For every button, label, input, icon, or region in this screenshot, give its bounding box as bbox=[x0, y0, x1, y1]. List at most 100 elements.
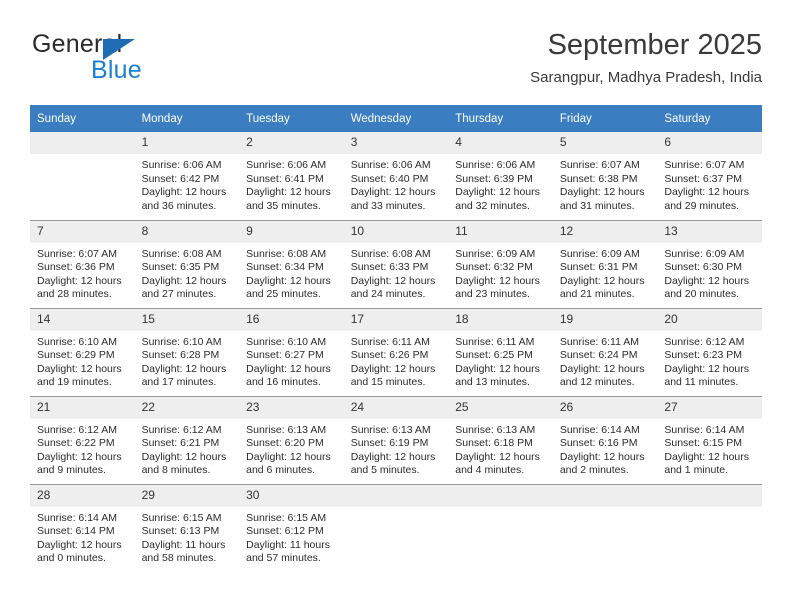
day-number: 14 bbox=[30, 308, 135, 331]
calendar-day-cell[interactable]: 19 Sunrise: 6:11 AM Sunset: 6:24 PM Dayligh… bbox=[552, 307, 658, 396]
calendar-day-cell[interactable]: 15 Sunrise: 6:10 AM Sunset: 6:28 PM Dayligh… bbox=[134, 307, 240, 396]
day-details: Sunrise: 6:12 AM Sunset: 6:23 PM Daylight:… bbox=[657, 331, 762, 390]
daylight-text-line2: and 32 minutes. bbox=[455, 199, 530, 212]
daylight-text-line2: and 13 minutes. bbox=[455, 376, 530, 389]
brand-logo[interactable]: General Blue bbox=[30, 28, 250, 90]
day-number: 6 bbox=[657, 132, 762, 154]
title-block: September 2025 Sarangpur, Madhya Pradesh… bbox=[530, 28, 762, 89]
day-number bbox=[30, 132, 135, 154]
calendar-header-row: Sunday Monday Tuesday Wednesday Thursday… bbox=[30, 105, 762, 132]
day-details: Sunrise: 6:14 AM Sunset: 6:14 PM Daylight:… bbox=[30, 507, 135, 566]
daylight-text-line2: and 19 minutes. bbox=[37, 376, 112, 389]
day-number: 3 bbox=[343, 132, 449, 154]
calendar-day-cell[interactable]: 25 Sunrise: 6:13 AM Sunset: 6:18 PM Dayligh… bbox=[448, 395, 553, 484]
calendar-day-cell[interactable]: 20 Sunrise: 6:12 AM Sunset: 6:23 PM Dayligh… bbox=[657, 307, 762, 396]
calendar-day-cell[interactable]: 17 Sunrise: 6:11 AM Sunset: 6:26 PM Dayligh… bbox=[343, 307, 449, 396]
calendar-day-cell[interactable]: 3 Sunrise: 6:06 AM Sunset: 6:40 PM Daylight… bbox=[343, 132, 449, 220]
daylight-text-line1: Daylight: 12 hours bbox=[37, 362, 122, 375]
daylight-text-line2: and 4 minutes. bbox=[455, 464, 525, 477]
calendar-day-cell[interactable]: 18 Sunrise: 6:11 AM Sunset: 6:25 PM Dayligh… bbox=[448, 307, 553, 396]
calendar-day-cell[interactable]: 4 Sunrise: 6:06 AM Sunset: 6:39 PM Daylight… bbox=[448, 132, 553, 220]
calendar-day-cell[interactable]: 14 Sunrise: 6:10 AM Sunset: 6:29 PM Dayligh… bbox=[30, 307, 135, 396]
sunset-text: Sunset: 6:15 PM bbox=[664, 437, 743, 450]
sunset-text: Sunset: 6:13 PM bbox=[141, 525, 220, 538]
calendar-week-row: 14 Sunrise: 6:10 AM Sunset: 6:29 PM Dayligh… bbox=[30, 307, 762, 396]
calendar-day-cell[interactable]: 27 Sunrise: 6:14 AM Sunset: 6:15 PM Dayligh… bbox=[657, 395, 762, 484]
sunrise-text: Sunrise: 6:09 AM bbox=[559, 247, 640, 260]
calendar-day-cell[interactable]: 21 Sunrise: 6:12 AM Sunset: 6:22 PM Dayligh… bbox=[30, 395, 135, 484]
day-number: 26 bbox=[552, 396, 658, 419]
day-details: Sunrise: 6:15 AM Sunset: 6:12 PM Daylight:… bbox=[239, 507, 344, 566]
calendar-body: 1 Sunrise: 6:06 AM Sunset: 6:42 PM Daylight… bbox=[30, 132, 762, 572]
sunset-text: Sunset: 6:16 PM bbox=[559, 437, 638, 450]
sunset-text: Sunset: 6:32 PM bbox=[455, 261, 533, 274]
day-number: 29 bbox=[134, 484, 240, 507]
calendar-day-cell[interactable]: 1 Sunrise: 6:06 AM Sunset: 6:42 PM Daylight… bbox=[134, 132, 240, 220]
sunrise-text: Sunrise: 6:10 AM bbox=[37, 335, 117, 348]
calendar-day-cell[interactable]: 7 Sunrise: 6:07 AM Sunset: 6:36 PM Daylight… bbox=[30, 219, 135, 308]
calendar-day-cell[interactable]: 23 Sunrise: 6:13 AM Sunset: 6:20 PM Dayligh… bbox=[239, 395, 344, 484]
column-header-friday: Friday bbox=[552, 105, 658, 132]
calendar-day-cell[interactable]: 26 Sunrise: 6:14 AM Sunset: 6:16 PM Dayligh… bbox=[552, 395, 658, 484]
sunrise-text: Sunrise: 6:07 AM bbox=[664, 159, 745, 171]
calendar-day-cell[interactable]: 16 Sunrise: 6:10 AM Sunset: 6:27 PM Dayligh… bbox=[239, 307, 344, 396]
calendar-day-cell[interactable]: 12 Sunrise: 6:09 AM Sunset: 6:31 PM Dayligh… bbox=[552, 219, 658, 308]
sunset-text: Sunset: 6:40 PM bbox=[350, 172, 429, 185]
daylight-text-line2: and 25 minutes. bbox=[246, 288, 321, 301]
daylight-text-line2: and 17 minutes. bbox=[141, 376, 217, 389]
daylight-text-line1: Daylight: 12 hours bbox=[559, 274, 645, 287]
daylight-text-line1: Daylight: 12 hours bbox=[141, 274, 227, 287]
daylight-text-line1: Daylight: 12 hours bbox=[246, 186, 331, 199]
daylight-text-line2: and 58 minutes. bbox=[141, 552, 217, 565]
calendar-day-cell[interactable]: 6 Sunrise: 6:07 AM Sunset: 6:37 PM Daylight… bbox=[657, 132, 762, 220]
day-details: Sunrise: 6:07 AM Sunset: 6:36 PM Daylight:… bbox=[30, 243, 135, 302]
daylight-text-line1: Daylight: 12 hours bbox=[559, 186, 645, 199]
calendar-day-cell[interactable]: 5 Sunrise: 6:07 AM Sunset: 6:38 PM Daylight… bbox=[552, 132, 658, 220]
calendar-day-cell[interactable]: 29 Sunrise: 6:15 AM Sunset: 6:13 PM Dayligh… bbox=[134, 483, 240, 572]
sunset-text: Sunset: 6:21 PM bbox=[141, 437, 220, 450]
sunset-text: Sunset: 6:35 PM bbox=[141, 261, 220, 274]
calendar-day-cell[interactable]: 10 Sunrise: 6:08 AM Sunset: 6:33 PM Dayligh… bbox=[343, 219, 449, 308]
daylight-text-line2: and 5 minutes. bbox=[350, 464, 420, 477]
sunrise-text: Sunrise: 6:15 AM bbox=[246, 511, 327, 524]
sunrise-text: Sunrise: 6:07 AM bbox=[37, 247, 117, 260]
calendar-day-cell[interactable]: 13 Sunrise: 6:09 AM Sunset: 6:30 PM Dayligh… bbox=[657, 219, 762, 308]
sunset-text: Sunset: 6:30 PM bbox=[664, 261, 743, 274]
calendar-day-cell[interactable]: 24 Sunrise: 6:13 AM Sunset: 6:19 PM Dayligh… bbox=[343, 395, 449, 484]
sunset-text: Sunset: 6:41 PM bbox=[246, 172, 324, 185]
daylight-text-line2: and 11 minutes. bbox=[664, 376, 739, 389]
day-number bbox=[657, 484, 762, 507]
daylight-text-line2: and 8 minutes. bbox=[141, 464, 211, 477]
calendar-day-cell[interactable]: 22 Sunrise: 6:12 AM Sunset: 6:21 PM Dayligh… bbox=[134, 395, 240, 484]
day-number: 10 bbox=[343, 220, 449, 243]
daylight-text-line2: and 35 minutes. bbox=[246, 199, 321, 212]
day-number: 16 bbox=[239, 308, 344, 331]
sunrise-text: Sunrise: 6:14 AM bbox=[664, 423, 745, 436]
daylight-text-line1: Daylight: 11 hours bbox=[246, 538, 330, 551]
calendar-day-cell[interactable]: 2 Sunrise: 6:06 AM Sunset: 6:41 PM Daylight… bbox=[239, 132, 344, 220]
column-header-thursday: Thursday bbox=[448, 105, 553, 132]
calendar-page: General Blue September 2025 Sarangpur, M… bbox=[0, 0, 792, 612]
calendar-cell-empty bbox=[343, 483, 449, 572]
day-number: 23 bbox=[239, 396, 344, 419]
calendar-day-cell[interactable]: 28 Sunrise: 6:14 AM Sunset: 6:14 PM Dayligh… bbox=[30, 483, 135, 572]
calendar-day-cell[interactable]: 30 Sunrise: 6:15 AM Sunset: 6:12 PM Dayligh… bbox=[239, 483, 344, 572]
daylight-text-line1: Daylight: 12 hours bbox=[350, 450, 436, 463]
daylight-text-line2: and 0 minutes. bbox=[37, 552, 106, 565]
sunset-text: Sunset: 6:18 PM bbox=[455, 437, 533, 450]
daylight-text-line2: and 15 minutes. bbox=[350, 376, 426, 389]
day-number: 9 bbox=[239, 220, 344, 243]
sunset-text: Sunset: 6:27 PM bbox=[246, 349, 324, 362]
calendar-day-cell[interactable]: 11 Sunrise: 6:09 AM Sunset: 6:32 PM Dayligh… bbox=[448, 219, 553, 308]
calendar-day-cell[interactable]: 8 Sunrise: 6:08 AM Sunset: 6:35 PM Daylight… bbox=[134, 219, 240, 308]
sunrise-text: Sunrise: 6:07 AM bbox=[559, 159, 640, 171]
daylight-text-line1: Daylight: 12 hours bbox=[455, 450, 540, 463]
calendar-cell-empty bbox=[552, 483, 658, 572]
sunset-text: Sunset: 6:23 PM bbox=[664, 349, 743, 362]
day-number: 8 bbox=[134, 220, 240, 243]
calendar-day-cell[interactable]: 9 Sunrise: 6:08 AM Sunset: 6:34 PM Daylight… bbox=[239, 219, 344, 308]
sunrise-text: Sunrise: 6:11 AM bbox=[350, 335, 430, 348]
sunset-text: Sunset: 6:28 PM bbox=[141, 349, 220, 362]
calendar-week-row: 21 Sunrise: 6:12 AM Sunset: 6:22 PM Dayligh… bbox=[30, 395, 762, 484]
day-details: Sunrise: 6:06 AM Sunset: 6:41 PM Daylight:… bbox=[239, 154, 344, 213]
